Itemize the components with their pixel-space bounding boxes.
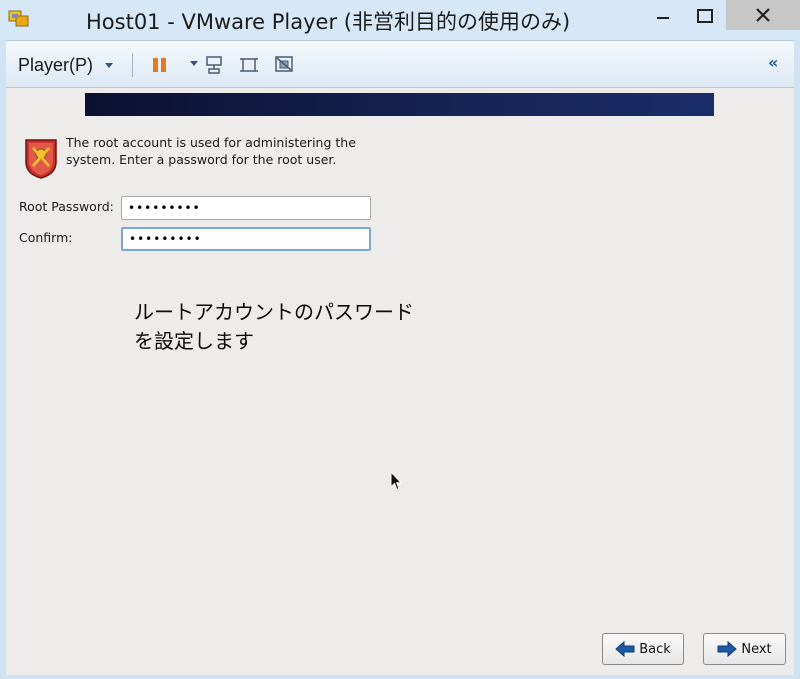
minimize-button[interactable] (648, 2, 678, 30)
root-password-field[interactable]: ••••••••• (121, 196, 371, 220)
maximize-icon (697, 9, 713, 23)
annotation-text: ルートアカウントのパスワード を設定します (134, 298, 454, 356)
annotation-line-1: ルートアカウントのパスワード (134, 300, 414, 324)
pause-icon[interactable] (150, 55, 170, 75)
next-button[interactable]: Next (703, 633, 786, 665)
arrow-right-icon (717, 640, 738, 658)
player-menu[interactable]: Player(P) (18, 53, 114, 77)
chevron-down-icon (105, 62, 114, 68)
next-button-label: Next (741, 641, 772, 657)
send-ctrl-alt-del-icon[interactable] (204, 55, 224, 75)
back-button[interactable]: Back (602, 633, 684, 665)
toolbar-separator (132, 53, 133, 77)
window-title: Host01 - VMware Player (非営利目的の使用のみ) (86, 10, 571, 34)
pause-dropdown-chevron-icon[interactable] (190, 61, 198, 66)
root-account-info-text: The root account is used for administeri… (66, 135, 356, 167)
minimize-icon (657, 17, 669, 19)
fit-guest-icon[interactable] (239, 55, 259, 75)
guest-screen[interactable]: The root account is used for administeri… (6, 88, 794, 675)
annotation-line-2: を設定します (134, 329, 254, 353)
close-icon (756, 8, 770, 22)
root-password-label: Root Password: (19, 199, 114, 214)
collapse-icon[interactable]: « (768, 53, 778, 72)
confirm-password-label: Confirm: (19, 230, 73, 245)
key-shield-icon (25, 139, 57, 179)
player-menu-label: Player(P) (18, 54, 94, 75)
maximize-button[interactable] (690, 2, 720, 30)
arrow-left-icon (615, 640, 635, 658)
close-button[interactable] (726, 0, 800, 30)
back-button-label: Back (639, 641, 671, 657)
confirm-password-field[interactable]: ••••••••• (121, 227, 371, 251)
toolbar: Player(P) « (6, 40, 794, 88)
mouse-cursor-icon (390, 471, 402, 491)
unity-icon[interactable] (274, 55, 294, 75)
vmware-player-icon[interactable] (8, 8, 30, 30)
title-bar: Host01 - VMware Player (非営利目的の使用のみ) (0, 0, 800, 40)
installer-banner (85, 93, 714, 116)
